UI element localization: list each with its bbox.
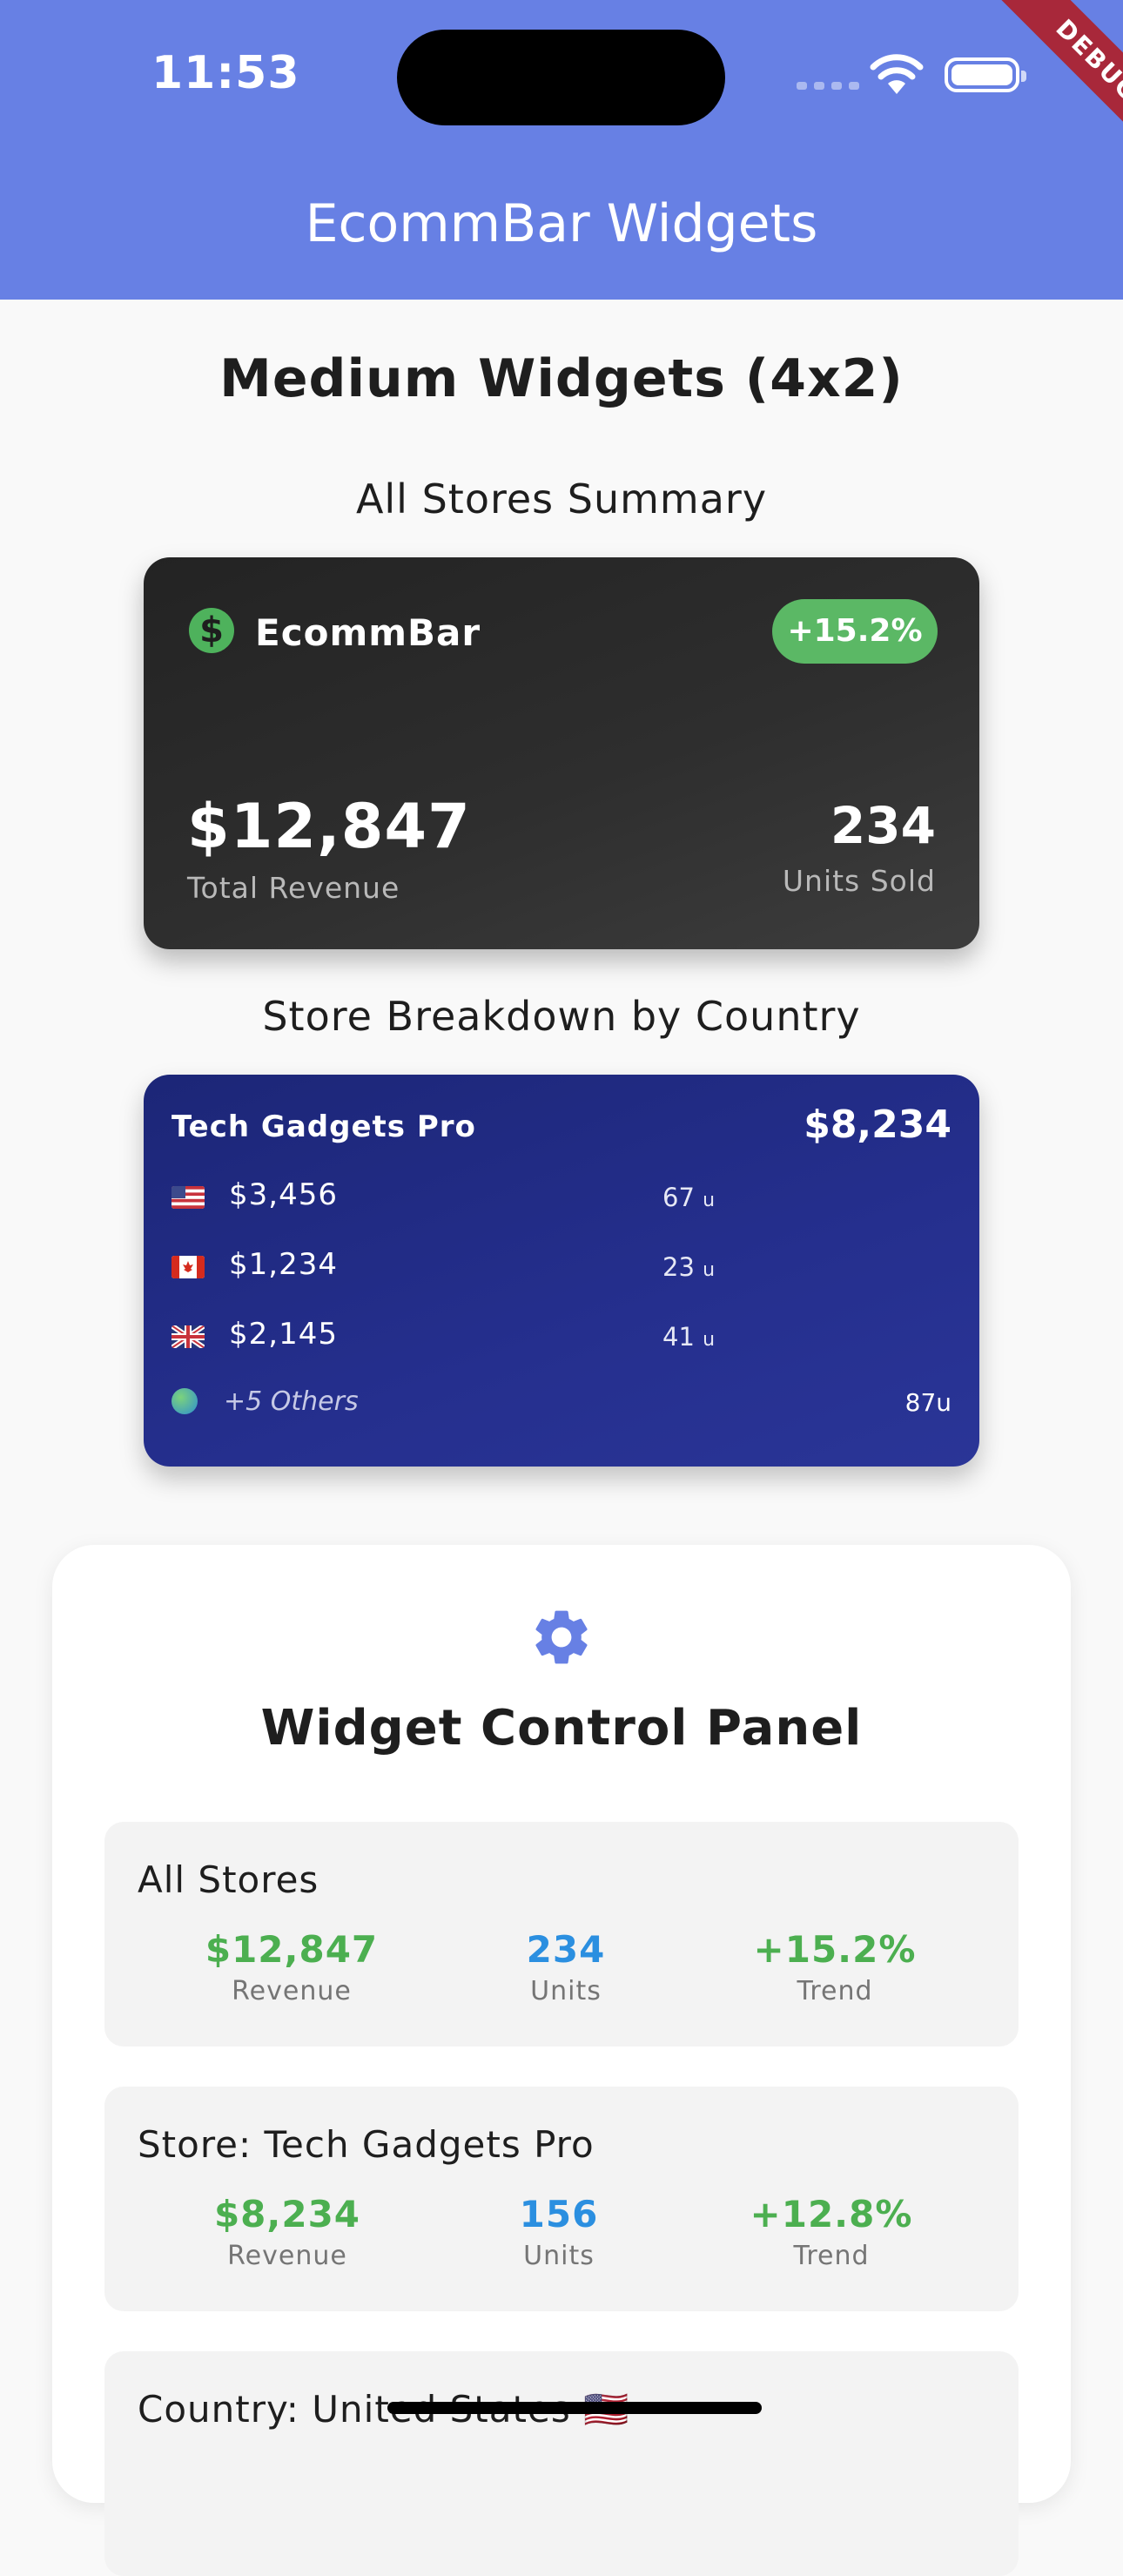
trend-badge: +15.2% [772, 599, 938, 664]
globe-icon [171, 1388, 198, 1414]
total-revenue: $12,847 [187, 791, 471, 862]
country-section: Country: United States 🇺🇸 [104, 2351, 1019, 2576]
units-sold: 234 [830, 796, 936, 855]
battery-icon [945, 57, 1026, 92]
units-value: 156 [519, 2193, 599, 2235]
revenue-label: Revenue [232, 1976, 352, 2006]
units-value: 234 [526, 1928, 606, 1971]
country-amount: $1,234 [229, 1247, 338, 1282]
breakdown-heading: Store Breakdown by Country [262, 993, 861, 1040]
status-time: 11:53 [151, 47, 300, 99]
us-flag-icon [171, 1186, 205, 1209]
home-indicator[interactable] [387, 2402, 762, 2414]
breakdown-widget[interactable]: Tech Gadgets Pro $8,234 $3,456 67 u $1,2… [144, 1075, 979, 1467]
widget-control-panel: Widget Control Panel All Stores $12,847 … [52, 1545, 1071, 2576]
gb-flag-icon [171, 1325, 205, 1348]
revenue-value: $8,234 [213, 2193, 361, 2235]
gear-icon [528, 1604, 595, 1674]
app-bar: 11:53 DEBUG EcommBar Widgets [0, 0, 1123, 300]
trend-label: Trend [797, 1976, 873, 2006]
total-revenue-label: Total Revenue [187, 871, 400, 905]
store-section: Store: Tech Gadgets Pro $8,234 Revenue 1… [104, 2087, 1019, 2311]
others-units: 87u [904, 1388, 952, 1417]
store-total: $8,234 [804, 1103, 952, 1147]
summary-widget[interactable]: $ EcommBar +15.2% $12,847 Total Revenue … [144, 557, 979, 949]
all-stores-section: All Stores $12,847 Revenue 234 Units +15… [104, 1822, 1019, 2047]
dollar-icon: $ [189, 608, 234, 653]
wifi-icon [869, 52, 925, 99]
revenue-value: $12,847 [205, 1928, 379, 1971]
dynamic-island [397, 30, 725, 125]
others-label: +5 Others [224, 1386, 359, 1417]
section-title: All Stores [138, 1858, 319, 1901]
brand-name: EcommBar [255, 611, 481, 654]
trend-value: +15.2% [753, 1928, 917, 1971]
trend-stat: +12.8% Trend [727, 2193, 936, 2271]
units-sold-label: Units Sold [782, 864, 936, 898]
country-amount: $3,456 [229, 1177, 338, 1212]
units-label: Units [523, 2241, 595, 2271]
cellular-signal-icon [797, 82, 859, 90]
units-label: Units [530, 1976, 602, 2006]
country-units: 23 u [662, 1252, 716, 1282]
country-units: 41 u [662, 1322, 716, 1352]
trend-label: Trend [793, 2241, 870, 2271]
section-title: Medium Widgets (4x2) [219, 348, 904, 409]
panel-title: Widget Control Panel [260, 1700, 863, 1757]
store-name: Tech Gadgets Pro [171, 1109, 476, 1144]
country-amount: $2,145 [229, 1317, 338, 1352]
units-stat: 234 Units [461, 1928, 670, 2006]
section-title: Store: Tech Gadgets Pro [138, 2123, 595, 2166]
revenue-stat: $12,847 Revenue [187, 1928, 396, 2006]
trend-stat: +15.2% Trend [730, 1928, 939, 2006]
country-units: 67 u [662, 1183, 716, 1212]
ca-flag-icon [171, 1256, 205, 1278]
revenue-stat: $8,234 Revenue [183, 2193, 392, 2271]
app-title: EcommBar Widgets [305, 193, 818, 254]
units-stat: 156 Units [454, 2193, 663, 2271]
summary-heading: All Stores Summary [355, 475, 768, 523]
trend-value: +12.8% [750, 2193, 913, 2235]
revenue-label: Revenue [227, 2241, 347, 2271]
